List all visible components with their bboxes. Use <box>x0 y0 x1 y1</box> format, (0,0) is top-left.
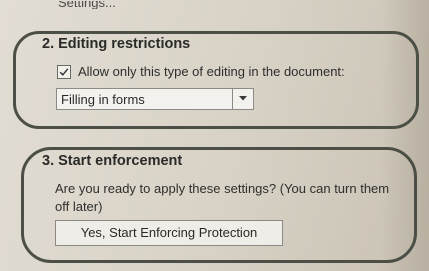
editing-type-dropdown[interactable]: Filling in forms <box>56 88 254 110</box>
allow-editing-type-row[interactable]: Allow only this type of editing in the d… <box>57 64 345 79</box>
chevron-down-icon <box>239 96 247 101</box>
allow-editing-type-checkbox[interactable] <box>57 64 71 79</box>
start-enforcement-heading: 3. Start enforcement <box>42 153 183 169</box>
settings-link-partial[interactable]: Settings... <box>58 1 116 9</box>
restrict-editing-pane: Settings... 2. Editing restrictions Allo… <box>0 0 429 271</box>
editing-type-selected-value: Filling in forms <box>61 92 145 107</box>
start-enforcing-protection-button[interactable]: Yes, Start Enforcing Protection <box>55 220 283 246</box>
dropdown-toggle-button[interactable] <box>232 89 253 109</box>
allow-editing-type-label: Allow only this type of editing in the d… <box>78 64 345 79</box>
start-enforcement-description: Are you ready to apply these settings? (… <box>55 181 390 214</box>
editing-restrictions-heading: 2. Editing restrictions <box>42 36 191 52</box>
checkmark-icon <box>59 67 69 76</box>
